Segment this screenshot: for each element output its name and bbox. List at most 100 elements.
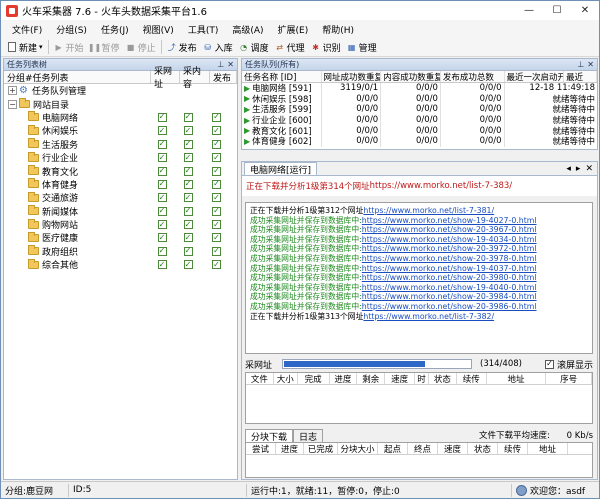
expand-icon[interactable]: +: [8, 86, 17, 96]
column-header[interactable]: 速度: [385, 373, 416, 385]
start-button[interactable]: ▶ 开始: [51, 39, 87, 56]
panel-splitter[interactable]: [241, 151, 598, 161]
tree-item-task[interactable]: 综合其他 ✓ ✓ ✓: [4, 258, 237, 271]
column-header[interactable]: 速度: [438, 443, 468, 455]
collect-content-checkbox[interactable]: ✓: [183, 260, 193, 270]
publish-checkbox[interactable]: ✓: [212, 139, 221, 149]
collect-content-checkbox[interactable]: ✓: [183, 220, 193, 230]
collect-url-checkbox[interactable]: ✓: [157, 233, 167, 243]
collect-content-checkbox[interactable]: ✓: [183, 193, 193, 203]
collect-url-checkbox[interactable]: ✓: [157, 246, 167, 256]
column-header[interactable]: 起点: [378, 443, 408, 455]
column-header[interactable]: 发布成功总数: [441, 71, 505, 82]
import-db-button[interactable]: ⛁ 入库: [200, 39, 236, 56]
tree-item-task[interactable]: 体育健身 ✓ ✓ ✓: [4, 178, 237, 191]
minimize-button[interactable]: —: [515, 1, 543, 20]
close-button[interactable]: ✕: [571, 1, 599, 20]
collect-url-checkbox[interactable]: ✓: [157, 220, 167, 230]
column-header[interactable]: 网址成功数重复: [322, 71, 382, 82]
menu-extend[interactable]: 扩展(E): [271, 23, 316, 36]
queue-row[interactable]: ▶ 教育文化 [601] 0/0/0 0/0/0 0/0/0 就绪等待中: [242, 125, 597, 136]
column-header[interactable]: 剩余: [357, 373, 386, 385]
log-link[interactable]: https://www.morko.net/show-20-3978-0.htm…: [362, 254, 537, 263]
column-header[interactable]: 终点: [408, 443, 438, 455]
maximize-button[interactable]: ☐: [543, 1, 571, 20]
log-link[interactable]: https://www.morko.net/show-20-3980-0.htm…: [362, 273, 537, 282]
publish-checkbox[interactable]: ✓: [212, 126, 221, 136]
collect-url-checkbox[interactable]: ✓: [157, 126, 167, 136]
column-header[interactable]: 序号: [546, 373, 593, 385]
collect-content-checkbox[interactable]: ✓: [183, 233, 193, 243]
publish-checkbox[interactable]: ✓: [212, 260, 221, 270]
publish-checkbox[interactable]: ✓: [212, 179, 221, 189]
column-header[interactable]: 内容成功数重复: [381, 71, 441, 82]
publish-checkbox[interactable]: ✓: [212, 153, 221, 163]
queue-row[interactable]: ▶ 体育健身 [602] 0/0/0 0/0/0 0/0/0 就绪等待中: [242, 135, 597, 147]
log-link[interactable]: https://www.morko.net/list-7-381/: [363, 206, 494, 215]
column-header[interactable]: 采网址: [151, 67, 180, 90]
column-header[interactable]: 状态: [429, 373, 457, 385]
collect-content-checkbox[interactable]: ✓: [183, 139, 193, 149]
publish-checkbox[interactable]: ✓: [212, 246, 221, 256]
column-header[interactable]: 分块大小: [338, 443, 378, 455]
column-header[interactable]: 任务名称 [ID]: [242, 71, 322, 82]
log-link[interactable]: https://www.morko.net/show-20-3967-0.htm…: [362, 225, 537, 234]
file-download-table[interactable]: 文件 大小 完成 进度 剩余 速度时状态 续传 地址 序号: [245, 372, 593, 424]
column-header[interactable]: 已完成: [304, 443, 338, 455]
tree-item-task[interactable]: 行业企业 ✓ ✓ ✓: [4, 151, 237, 164]
tree-item-task[interactable]: 政府组织 ✓ ✓ ✓: [4, 245, 237, 258]
tree-item-group[interactable]: − 网站目录: [4, 97, 237, 111]
log-link[interactable]: https://www.morko.net/show-19-4037-0.htm…: [362, 264, 537, 273]
tree-item-task[interactable]: 电脑网络 ✓ ✓ ✓: [4, 111, 237, 124]
tree-item-task[interactable]: 交通旅游 ✓ ✓ ✓: [4, 191, 237, 204]
tree-item-task[interactable]: 生活服务 ✓ ✓ ✓: [4, 138, 237, 151]
collect-url-checkbox[interactable]: ✓: [157, 139, 167, 149]
column-header[interactable]: 最近一次启动开: [505, 71, 565, 82]
collect-url-checkbox[interactable]: ✓: [157, 166, 167, 176]
collect-url-checkbox[interactable]: ✓: [157, 260, 167, 270]
log-link[interactable]: https://www.morko.net/show-19-4040-0.htm…: [362, 283, 537, 292]
menu-group[interactable]: 分组(S): [49, 23, 94, 36]
publish-checkbox[interactable]: ✓: [212, 193, 221, 203]
manage-button[interactable]: ▦ 管理: [344, 39, 380, 56]
stop-button[interactable]: ■ 停止: [123, 39, 159, 56]
tree-item-task[interactable]: 教育文化 ✓ ✓ ✓: [4, 164, 237, 178]
column-header[interactable]: 进度: [330, 373, 358, 385]
tab-running-task[interactable]: 电脑网络[运行]: [244, 162, 318, 176]
queue-row[interactable]: ▶ 电脑网络 [591] 3119/0/1 0/0/0 0/0/0 12-18 11:49…: [242, 83, 597, 94]
log-link[interactable]: https://www.morko.net/list-7-382/: [363, 312, 494, 321]
publish-checkbox[interactable]: ✓: [212, 112, 221, 122]
collect-url-checkbox[interactable]: ✓: [157, 112, 167, 122]
menu-file[interactable]: 文件(F): [5, 23, 49, 36]
publish-checkbox[interactable]: ✓: [212, 220, 221, 230]
collect-content-checkbox[interactable]: ✓: [183, 179, 193, 189]
collect-url-checkbox[interactable]: ✓: [157, 153, 167, 163]
column-header[interactable]: 文件: [246, 373, 274, 385]
queue-row[interactable]: ▶ 行业企业 [600] 0/0/0 0/0/0 0/0/0 就绪等待中: [242, 114, 597, 126]
tab-log[interactable]: 日志: [293, 429, 324, 443]
collect-url-checkbox[interactable]: ✓: [157, 206, 167, 216]
recognize-button[interactable]: ✱ 识别: [308, 39, 344, 56]
collect-content-checkbox[interactable]: ✓: [183, 206, 193, 216]
log-link[interactable]: https://www.morko.net/show-19-4027-0.htm…: [362, 216, 537, 225]
column-header[interactable]: 地址: [528, 443, 568, 455]
collapse-icon[interactable]: −: [8, 99, 17, 109]
proxy-button[interactable]: ⇄ 代理: [272, 39, 308, 56]
menu-tools[interactable]: 工具(T): [181, 23, 226, 36]
collect-url-checkbox[interactable]: ✓: [157, 179, 167, 189]
tree-item-task[interactable]: 购物网站 ✓ ✓ ✓: [4, 218, 237, 231]
chunk-download-table[interactable]: 尝试 进度 已完成 分块大小 起点 终点 速度 状态 续传 地址: [245, 442, 593, 478]
chevron-left-icon[interactable]: ◂: [566, 164, 571, 174]
column-header[interactable]: 最近: [564, 71, 597, 82]
publish-checkbox[interactable]: ✓: [212, 233, 221, 243]
log-link[interactable]: https://www.morko.net/show-20-3984-0.htm…: [362, 292, 537, 301]
publish-button[interactable]: ⤴ 发布: [164, 39, 200, 56]
queue-row[interactable]: ▶ 休闲娱乐 [598] 0/0/0 0/0/0 0/0/0 就绪等待中: [242, 93, 597, 105]
collect-content-checkbox[interactable]: ✓: [183, 126, 193, 136]
menu-advanced[interactable]: 高级(A): [225, 23, 270, 36]
tab-chunk-download[interactable]: 分块下载: [245, 429, 294, 443]
log-output[interactable]: 正在下载并分析1级第312个网址https://www.morko.net/li…: [245, 202, 593, 354]
queue-row[interactable]: ▶ 生活服务 [599] 0/0/0 0/0/0 0/0/0 就绪等待中: [242, 104, 597, 115]
collect-content-checkbox[interactable]: ✓: [183, 246, 193, 256]
log-link[interactable]: https://www.morko.net/show-20-3986-0.htm…: [362, 302, 537, 311]
